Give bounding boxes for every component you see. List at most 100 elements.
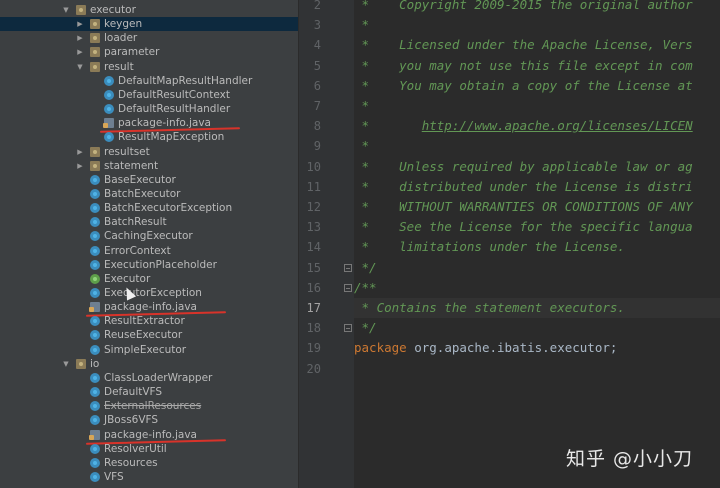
keyword: package (354, 340, 407, 356)
code-line[interactable]: * http://www.apache.org/licenses/LICEN (354, 116, 720, 136)
code-line[interactable]: * Unless required by applicable law or a… (354, 157, 720, 177)
tree-item-label: keygen (104, 18, 143, 31)
chevron-right-icon[interactable]: ▶ (76, 145, 84, 159)
tree-folder-parameter[interactable]: ▶ parameter (0, 45, 298, 59)
line-number: 5 (313, 58, 321, 73)
tree-item-label: ExternalResources (104, 400, 202, 413)
chevron-down-icon[interactable]: ▼ (62, 3, 70, 17)
line-number: 13 (306, 220, 321, 235)
tree-item[interactable]: package-info.java (0, 116, 298, 130)
line-number: 3 (313, 18, 321, 33)
code-text: * Contains the statement executors. (354, 300, 625, 315)
code-line[interactable] (354, 359, 720, 379)
tree-item[interactable]: JBoss6VFS (0, 413, 298, 427)
license-link[interactable]: http://www.apache.org/licenses/LICEN (422, 118, 693, 133)
tree-item[interactable]: Executor (0, 272, 298, 286)
watermark: 知乎 @小小刀 (566, 448, 694, 470)
tree-folder-resultset[interactable]: ▶ resultset (0, 145, 298, 159)
tree-item[interactable]: ClassLoaderWrapper (0, 371, 298, 385)
code-line[interactable]: * WITHOUT WARRANTIES OR CONDITIONS OF AN… (354, 197, 720, 217)
code-text: * (354, 17, 370, 33)
tree-item-label: statement (104, 159, 159, 172)
class-icon (90, 174, 100, 185)
line-number: 11 (306, 179, 321, 194)
tree-item[interactable]: BatchResult (0, 215, 298, 229)
code-line[interactable]: * See the License for the specific langu… (354, 217, 720, 237)
tree-item-label: ResolverUtil (104, 442, 167, 455)
tree-item[interactable]: DefaultVFS (0, 385, 298, 399)
tree-item-label: BatchExecutorException (104, 202, 233, 215)
code-line[interactable]: * you may not use this file except in co… (354, 56, 720, 76)
code-line[interactable]: * Licensed under the Apache License, Ver… (354, 35, 720, 55)
tree-item[interactable]: CachingExecutor (0, 229, 298, 243)
tree-item[interactable]: BaseExecutor (0, 173, 298, 187)
class-icon (90, 344, 100, 355)
tree-item[interactable]: DefaultMapResultHandler (0, 74, 298, 88)
tree-item-label: BatchExecutor (104, 187, 181, 200)
code-line[interactable]: * (354, 96, 720, 116)
tree-item-label: JBoss6VFS (104, 414, 159, 427)
tree-item[interactable]: ErrorContext (0, 244, 298, 258)
class-icon (90, 245, 100, 256)
tree-item-label: result (104, 60, 134, 73)
line-number: 20 (306, 361, 321, 376)
code-line[interactable]: * limitations under the License. (354, 237, 720, 257)
tree-item[interactable]: ExternalResources (0, 399, 298, 413)
tree-item-label: parameter (104, 46, 160, 59)
tree-item[interactable]: ResultMapException (0, 130, 298, 144)
code-line[interactable]: * Copyright 2009-2015 the original autho… (354, 0, 720, 15)
tree-item[interactable]: package-info.java (0, 300, 298, 314)
tree-item-label: resultset (104, 145, 150, 158)
class-icon (104, 132, 114, 143)
tree-folder-executor[interactable]: ▼ executor (0, 3, 298, 17)
chevron-right-icon[interactable]: ▶ (76, 31, 84, 45)
tree-item-label: ExecutorException (104, 287, 202, 299)
code-line[interactable]: /** (354, 278, 720, 298)
tree-folder-loader[interactable]: ▶ loader (0, 31, 298, 45)
tree-folder-keygen[interactable]: ▶ keygen (0, 17, 298, 32)
tree-item[interactable]: SimpleExecutor (0, 343, 298, 357)
tree-item[interactable]: BatchExecutorException (0, 201, 298, 215)
chevron-right-icon[interactable]: ▶ (76, 45, 84, 59)
tree-folder-io[interactable]: ▼ io (0, 357, 298, 371)
code-text: * limitations under the License. (354, 239, 625, 255)
tree-item[interactable]: ExecutorException (0, 286, 298, 300)
class-icon (90, 387, 100, 398)
tree-item-label: BaseExecutor (104, 173, 176, 186)
fold-icon[interactable] (344, 283, 352, 292)
code-line[interactable]: * (354, 15, 720, 35)
tree-folder-statement[interactable]: ▶ statement (0, 159, 298, 173)
code-text: * (354, 98, 370, 113)
chevron-down-icon[interactable]: ▼ (62, 357, 70, 371)
line-number: 9 (313, 139, 321, 154)
tree-item-label: io (90, 357, 100, 370)
code-line[interactable]: */ (354, 318, 720, 338)
tree-item[interactable]: ExecutionPlaceholder (0, 258, 298, 272)
tree-item[interactable]: VFS (0, 470, 298, 484)
tree-item[interactable]: DefaultResultHandler (0, 102, 298, 116)
code-line[interactable]: * You may obtain a copy of the License a… (354, 76, 720, 96)
code-text: * You may obtain a copy of the License a… (354, 77, 693, 93)
code-text: * WITHOUT WARRANTIES OR CONDITIONS OF AN… (354, 199, 693, 214)
tree-item[interactable]: BatchExecutor (0, 187, 298, 201)
tree-item[interactable]: ResolverUtil (0, 442, 298, 456)
chevron-right-icon[interactable]: ▶ (76, 159, 84, 173)
tree-item[interactable]: ReuseExecutor (0, 328, 298, 342)
code-line[interactable]: package org.apache.ibatis.executor; (354, 338, 720, 358)
chevron-down-icon[interactable]: ▼ (76, 60, 84, 74)
code-line[interactable]: * (354, 136, 720, 156)
tree-item[interactable]: DefaultResultContext (0, 88, 298, 102)
tree-item[interactable]: ResultExtractor (0, 314, 298, 328)
fold-icon[interactable] (344, 263, 352, 272)
tree-folder-result[interactable]: ▼ result (0, 60, 298, 74)
tree-item[interactable]: package-info.java (0, 428, 298, 442)
code-editor[interactable]: * Copyright 2009-2015 the original autho… (354, 0, 720, 488)
chevron-right-icon[interactable]: ▶ (76, 17, 84, 31)
fold-icon[interactable] (344, 324, 352, 333)
tree-item[interactable]: Resources (0, 456, 298, 470)
code-text: */ (354, 259, 377, 275)
line-number: 4 (313, 38, 321, 53)
code-line[interactable]: * distributed under the License is distr… (354, 177, 720, 197)
code-line[interactable]: */ (354, 258, 720, 278)
code-line[interactable]: * Contains the statement executors. (354, 298, 720, 318)
